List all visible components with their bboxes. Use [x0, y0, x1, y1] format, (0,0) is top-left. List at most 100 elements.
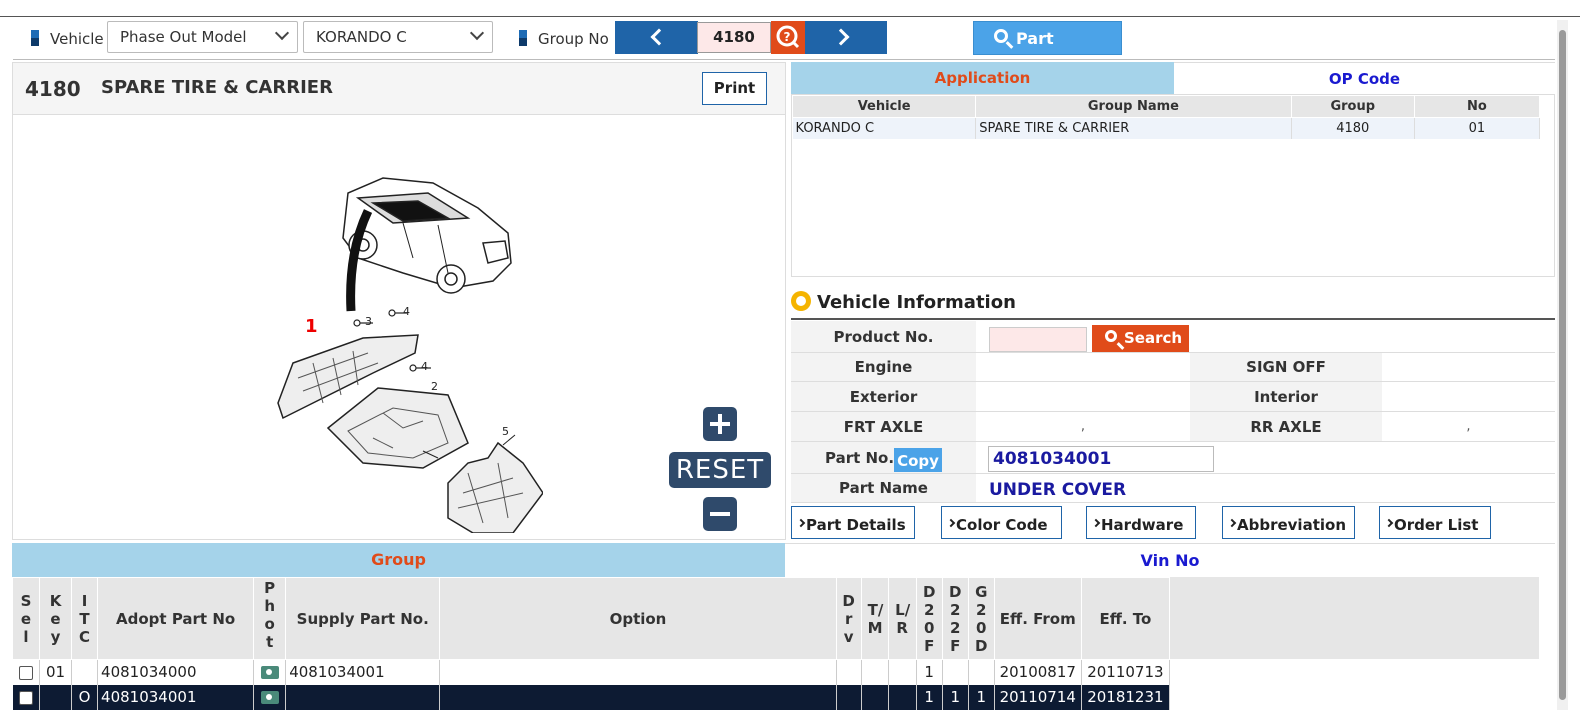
cell-itc: O [71, 684, 99, 710]
chevron-right-icon [832, 28, 850, 46]
search-icon [994, 29, 1008, 43]
vehicle-select[interactable]: KORANDO C [303, 21, 493, 53]
cell-eff-to: 20181231 [1081, 684, 1171, 710]
zoom-in-button[interactable] [703, 407, 737, 441]
cell-tm [861, 684, 889, 710]
col-g20d: G20D [967, 577, 995, 660]
cell-d20f: 1 [916, 659, 943, 685]
parts-table-container: Sel Key ITC Adopt Part No Photo Supply P… [11, 577, 1539, 710]
callout-5[interactable]: 5 [502, 425, 509, 438]
callout-2[interactable]: 2 [431, 380, 438, 393]
next-group-button[interactable] [805, 21, 887, 54]
table-row-selected[interactable]: O 4081034001 1 1 1 20110714 20181231 [12, 684, 1171, 710]
model-select[interactable]: Phase Out Model [107, 21, 298, 53]
part-no-field[interactable]: 4081034001 [988, 446, 1214, 472]
cell-supply-part-no [285, 684, 441, 710]
abbreviation-button[interactable]: Abbreviation [1222, 506, 1355, 539]
color-code-label: Color Code [956, 516, 1048, 534]
exterior-row: Exterior Interior [791, 382, 1555, 412]
tab-op-code[interactable]: OP Code [1174, 62, 1555, 94]
cell-d22f: 1 [942, 684, 969, 710]
col-eff-from: Eff. From [993, 577, 1082, 660]
cell-photo [253, 659, 287, 685]
cell-option [439, 659, 837, 685]
row-checkbox[interactable] [18, 690, 33, 705]
cell-option [439, 684, 837, 710]
order-list-button[interactable]: Order List [1379, 506, 1491, 539]
part-no-label: Part No. [791, 442, 976, 473]
col-photo: Photo [253, 577, 287, 660]
chevron-right-icon [1227, 518, 1237, 528]
chevron-right-icon [796, 518, 806, 528]
copy-button[interactable]: Copy [894, 448, 942, 472]
scrollbar-thumb[interactable] [1559, 30, 1566, 700]
section-bullet-icon [791, 291, 811, 311]
col-drv-label: Drv [842, 591, 855, 646]
interior-label: Interior [1190, 382, 1382, 411]
callout-4a[interactable]: 4 [403, 305, 410, 318]
reset-zoom-button[interactable]: RESET [669, 452, 771, 488]
table-row[interactable]: 01 4081034000 4081034001 1 20100817 2011… [12, 659, 1171, 685]
col-vehicle: Vehicle [791, 95, 977, 118]
minus-icon [710, 512, 730, 516]
top-divider [0, 16, 1580, 17]
group-no-label-icon [519, 30, 527, 46]
exterior-label: Exterior [791, 382, 976, 411]
cell-g20d: 1 [968, 684, 995, 710]
rr-axle-label: RR AXLE [1190, 412, 1382, 441]
col-photo-label: Photo [264, 578, 276, 655]
col-option: Option [439, 577, 837, 660]
vehicle-info-header: Vehicle Information [791, 290, 1555, 320]
cell-eff-from: 20100817 [994, 659, 1082, 685]
camera-icon[interactable] [260, 666, 279, 680]
part-name-row: Part Name UNDER COVER [791, 474, 1555, 503]
parts-diagram[interactable] [253, 163, 543, 533]
cell-drv [836, 684, 862, 710]
cell-eff-from: 20110714 [994, 684, 1082, 710]
col-tm-label: T/M [867, 600, 884, 637]
camera-icon[interactable] [260, 691, 279, 704]
col-group: Group [1290, 95, 1415, 118]
col-itc: ITC [71, 577, 99, 660]
chevron-right-icon [946, 518, 956, 528]
frt-axle-label: FRT AXLE [791, 412, 976, 441]
zoom-out-button[interactable] [703, 497, 737, 531]
row-checkbox[interactable] [18, 665, 33, 680]
group-no-input[interactable]: 4180 [697, 22, 771, 53]
hardware-button[interactable]: Hardware [1086, 506, 1196, 539]
cell-tm [861, 659, 889, 685]
page-scrollbar[interactable] [1557, 20, 1568, 710]
product-no-row: Product No. Search [791, 321, 1555, 353]
col-lr-label: L/R [895, 600, 911, 637]
col-group-name: Group Name [975, 95, 1292, 118]
tab-group[interactable]: Group [12, 543, 785, 577]
cell-vehicle: KORANDO C [792, 117, 977, 139]
row-select-cell [12, 684, 41, 710]
callout-4b[interactable]: 4 [421, 360, 428, 373]
col-no: No [1413, 95, 1541, 118]
callout-3[interactable]: 3 [365, 315, 372, 328]
part-search-button[interactable]: Part Search [973, 21, 1122, 82]
cell-lr [888, 684, 917, 710]
prev-group-button[interactable] [615, 21, 698, 54]
print-button[interactable]: Print [702, 72, 767, 105]
abbreviation-label: Abbreviation [1237, 516, 1346, 534]
col-d20f-label: D20F [922, 582, 936, 655]
plus-icon-bar [718, 414, 722, 434]
group-lookup-button[interactable]: ? [771, 21, 805, 54]
col-g20d-label: G20D [974, 582, 988, 655]
tab-vin-no[interactable]: Vin No [785, 543, 1555, 577]
product-search-button[interactable]: Search [1092, 325, 1189, 352]
cell-key: 01 [39, 659, 73, 685]
col-eff-to: Eff. To [1080, 577, 1171, 660]
application-table: Vehicle Group Name Group No KORANDO C SP… [791, 94, 1555, 277]
table-row[interactable]: KORANDO C SPARE TIRE & CARRIER 4180 01 [792, 117, 1541, 139]
group-number: 4180 [25, 77, 81, 101]
part-details-button[interactable]: Part Details [791, 506, 915, 539]
part-no-row: Part No. Copy 4081034001 [791, 442, 1555, 474]
vehicle-label-icon [31, 30, 39, 46]
callout-1[interactable]: 1 [305, 316, 318, 337]
tab-application[interactable]: Application [791, 62, 1174, 94]
color-code-button[interactable]: Color Code [941, 506, 1062, 539]
product-no-input[interactable] [989, 327, 1087, 352]
